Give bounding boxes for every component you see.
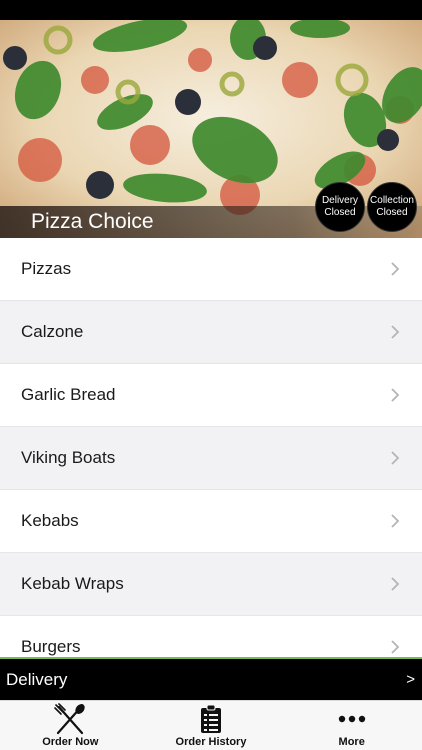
order-mode-label: Delivery <box>6 669 68 689</box>
menu-item-label: Kebabs <box>21 511 79 530</box>
tab-label: Order Now <box>42 736 99 748</box>
menu-item-label: Pizzas <box>21 259 72 278</box>
menu-item-label: Kebab Wraps <box>21 574 124 593</box>
tab-label: More <box>338 736 365 748</box>
hero-banner: Pizza Choice Delivery Closed Collection … <box>0 20 422 238</box>
utensils-icon <box>54 703 86 735</box>
order-mode-arrow: > <box>406 671 415 688</box>
menu-item-kebab-wraps[interactable]: Kebab Wraps <box>0 553 422 616</box>
menu-item-label: Burgers <box>21 637 81 656</box>
collection-status-title: Collection <box>370 195 414 206</box>
chevron-right-icon <box>391 388 400 402</box>
delivery-status-value: Closed <box>324 207 356 218</box>
chevron-right-icon <box>391 451 400 465</box>
menu-item-pizzas[interactable]: Pizzas <box>0 238 422 301</box>
tab-order-history[interactable]: Order History <box>141 701 282 750</box>
status-bar <box>0 0 422 20</box>
collection-status-value: Closed <box>376 207 408 218</box>
chevron-right-icon <box>391 262 400 276</box>
order-mode-bar[interactable]: Delivery > <box>0 657 422 700</box>
chevron-right-icon <box>391 325 400 339</box>
tab-more[interactable]: More <box>281 701 422 750</box>
tab-label: Order History <box>175 736 247 748</box>
more-dots-icon <box>338 715 365 723</box>
clipboard-list-icon <box>201 704 221 733</box>
menu-item-garlic-bread[interactable]: Garlic Bread <box>0 364 422 427</box>
delivery-status-title: Delivery <box>321 195 359 206</box>
menu-item-label: Calzone <box>21 322 84 341</box>
menu-item-viking-boats[interactable]: Viking Boats <box>0 427 422 490</box>
collection-status-badge: Collection Closed <box>367 182 417 232</box>
delivery-status-badge: Delivery Closed <box>315 182 365 232</box>
chevron-right-icon <box>391 577 400 591</box>
tab-order-now[interactable]: Order Now <box>0 701 141 750</box>
chevron-right-icon <box>391 514 400 528</box>
menu-item-label: Viking Boats <box>21 448 116 467</box>
restaurant-name: Pizza Choice <box>31 210 154 233</box>
menu-item-kebabs[interactable]: Kebabs <box>0 490 422 553</box>
tab-bar: Order Now Order History More <box>0 700 422 750</box>
menu-item-label: Garlic Bread <box>21 385 116 404</box>
chevron-right-icon <box>391 640 400 654</box>
menu-item-calzone[interactable]: Calzone <box>0 301 422 364</box>
menu-category-list: Pizzas Calzone Garlic Bread Viking Boats… <box>0 238 422 658</box>
menu-item-burgers[interactable]: Burgers <box>0 616 422 658</box>
